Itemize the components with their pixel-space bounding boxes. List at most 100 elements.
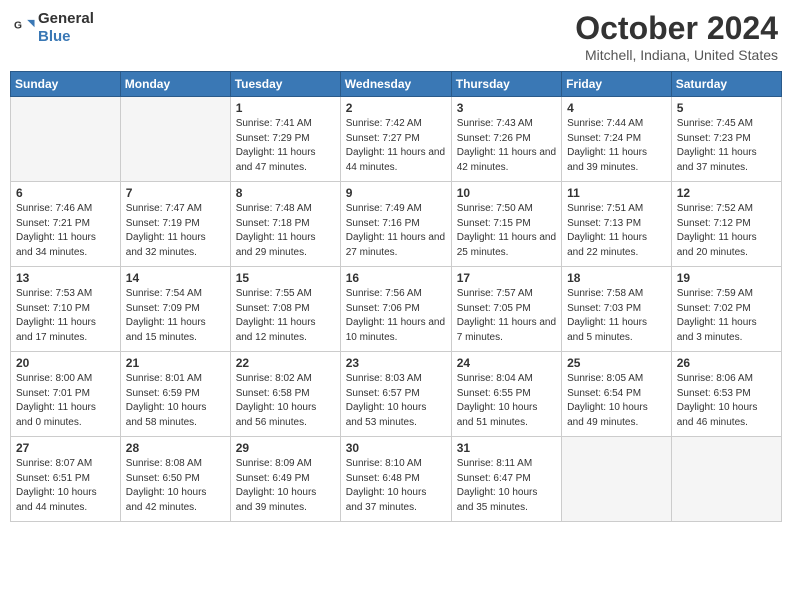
day-number: 3 [457, 101, 556, 115]
day-detail: Sunrise: 8:05 AMSunset: 6:54 PMDaylight:… [567, 372, 666, 430]
day-number: 31 [457, 441, 556, 455]
calendar-title: October 2024 [575, 10, 778, 47]
day-number: 6 [16, 186, 115, 200]
day-number: 12 [677, 186, 776, 200]
calendar-cell: 18 Sunrise: 7:58 AMSunset: 7:03 PMDayligh… [562, 267, 672, 352]
calendar-header-tuesday: Tuesday [230, 72, 340, 97]
calendar-cell: 9Sunrise: 7:49 AMSunset: 7:16 PMDaylight… [340, 182, 451, 267]
day-number: 22 [236, 356, 335, 370]
day-number: 15 [236, 271, 335, 285]
calendar-cell: 7 Sunrise: 7:47 AMSunset: 7:19 PMDaylight… [120, 182, 230, 267]
calendar-cell: 4 Sunrise: 7:44 AMSunset: 7:24 PMDaylight… [562, 97, 672, 182]
logo-icon: G [14, 17, 36, 39]
calendar-header-friday: Friday [562, 72, 672, 97]
day-number: 7 [126, 186, 225, 200]
logo-blue-text: Blue [38, 28, 71, 45]
day-number: 27 [16, 441, 115, 455]
day-number: 18 [567, 271, 666, 285]
calendar-cell: 6 Sunrise: 7:46 AMSunset: 7:21 PMDaylight… [11, 182, 121, 267]
calendar-cell: 31 Sunrise: 8:11 AMSunset: 6:47 PMDayligh… [451, 437, 561, 522]
calendar-header-row: SundayMondayTuesdayWednesdayThursdayFrid… [11, 72, 782, 97]
calendar-header-sunday: Sunday [11, 72, 121, 97]
day-number: 23 [346, 356, 446, 370]
day-number: 25 [567, 356, 666, 370]
day-detail: Sunrise: 8:03 AMSunset: 6:57 PMDaylight:… [346, 372, 446, 430]
day-detail: Sunrise: 8:00 AMSunset: 7:01 PMDaylight:… [16, 372, 115, 430]
day-detail: Sunrise: 7:52 AMSunset: 7:12 PMDaylight:… [677, 202, 776, 260]
day-detail: Sunrise: 7:45 AMSunset: 7:23 PMDaylight:… [677, 117, 776, 175]
day-number: 20 [16, 356, 115, 370]
title-block: October 2024 Mitchell, Indiana, United S… [575, 10, 778, 63]
day-detail: Sunrise: 7:55 AMSunset: 7:08 PMDaylight:… [236, 287, 335, 345]
day-detail: Sunrise: 8:08 AMSunset: 6:50 PMDaylight:… [126, 457, 225, 515]
day-number: 24 [457, 356, 556, 370]
day-number: 14 [126, 271, 225, 285]
day-detail: Sunrise: 7:44 AMSunset: 7:24 PMDaylight:… [567, 117, 666, 175]
calendar-cell: 5Sunrise: 7:45 AMSunset: 7:23 PMDaylight… [671, 97, 781, 182]
day-number: 28 [126, 441, 225, 455]
calendar-cell: 11Sunrise: 7:51 AMSunset: 7:13 PMDayligh… [562, 182, 672, 267]
calendar-cell: 21 Sunrise: 8:01 AMSunset: 6:59 PMDayligh… [120, 352, 230, 437]
day-number: 21 [126, 356, 225, 370]
day-detail: Sunrise: 8:04 AMSunset: 6:55 PMDaylight:… [457, 372, 556, 430]
calendar-cell: 8 Sunrise: 7:48 AMSunset: 7:18 PMDaylight… [230, 182, 340, 267]
calendar-cell: 16Sunrise: 7:56 AMSunset: 7:06 PMDayligh… [340, 267, 451, 352]
calendar-table: SundayMondayTuesdayWednesdayThursdayFrid… [10, 71, 782, 522]
calendar-cell: 27 Sunrise: 8:07 AMSunset: 6:51 PMDayligh… [11, 437, 121, 522]
day-detail: Sunrise: 7:58 AMSunset: 7:03 PMDaylight:… [567, 287, 666, 345]
day-number: 29 [236, 441, 335, 455]
day-detail: Sunrise: 8:02 AMSunset: 6:58 PMDaylight:… [236, 372, 335, 430]
day-detail: Sunrise: 7:47 AMSunset: 7:19 PMDaylight:… [126, 202, 225, 260]
week-row-1: 1Sunrise: 7:41 AMSunset: 7:29 PMDaylight… [11, 97, 782, 182]
day-number: 9 [346, 186, 446, 200]
calendar-cell: 1Sunrise: 7:41 AMSunset: 7:29 PMDaylight… [230, 97, 340, 182]
week-row-5: 27 Sunrise: 8:07 AMSunset: 6:51 PMDayligh… [11, 437, 782, 522]
calendar-header-monday: Monday [120, 72, 230, 97]
day-number: 17 [457, 271, 556, 285]
calendar-cell: 20 Sunrise: 8:00 AMSunset: 7:01 PMDayligh… [11, 352, 121, 437]
day-detail: Sunrise: 8:09 AMSunset: 6:49 PMDaylight:… [236, 457, 335, 515]
calendar-subtitle: Mitchell, Indiana, United States [575, 47, 778, 63]
day-number: 2 [346, 101, 446, 115]
calendar-cell: 30 Sunrise: 8:10 AMSunset: 6:48 PMDayligh… [340, 437, 451, 522]
day-detail: Sunrise: 7:42 AMSunset: 7:27 PMDaylight:… [346, 117, 446, 175]
calendar-header-thursday: Thursday [451, 72, 561, 97]
calendar-cell: 19 Sunrise: 7:59 AMSunset: 7:02 PMDayligh… [671, 267, 781, 352]
day-detail: Sunrise: 7:59 AMSunset: 7:02 PMDaylight:… [677, 287, 776, 345]
day-detail: Sunrise: 7:50 AMSunset: 7:15 PMDaylight:… [457, 202, 556, 260]
day-detail: Sunrise: 8:06 AMSunset: 6:53 PMDaylight:… [677, 372, 776, 430]
day-detail: Sunrise: 7:53 AMSunset: 7:10 PMDaylight:… [16, 287, 115, 345]
day-detail: Sunrise: 7:41 AMSunset: 7:29 PMDaylight:… [236, 117, 335, 175]
calendar-cell: 26 Sunrise: 8:06 AMSunset: 6:53 PMDayligh… [671, 352, 781, 437]
svg-text:G: G [14, 21, 22, 32]
logo-general-text: General [38, 10, 94, 27]
week-row-4: 20 Sunrise: 8:00 AMSunset: 7:01 PMDayligh… [11, 352, 782, 437]
page-header: G General Blue October 2024 Mitchell, In… [10, 10, 782, 63]
calendar-cell: 15 Sunrise: 7:55 AMSunset: 7:08 PMDayligh… [230, 267, 340, 352]
calendar-cell: 25 Sunrise: 8:05 AMSunset: 6:54 PMDayligh… [562, 352, 672, 437]
day-detail: Sunrise: 7:57 AMSunset: 7:05 PMDaylight:… [457, 287, 556, 345]
day-detail: Sunrise: 7:48 AMSunset: 7:18 PMDaylight:… [236, 202, 335, 260]
calendar-cell: 23 Sunrise: 8:03 AMSunset: 6:57 PMDayligh… [340, 352, 451, 437]
calendar-cell: 22 Sunrise: 8:02 AMSunset: 6:58 PMDayligh… [230, 352, 340, 437]
day-detail: Sunrise: 7:51 AMSunset: 7:13 PMDaylight:… [567, 202, 666, 260]
day-number: 30 [346, 441, 446, 455]
day-number: 4 [567, 101, 666, 115]
day-number: 19 [677, 271, 776, 285]
calendar-cell [11, 97, 121, 182]
day-number: 8 [236, 186, 335, 200]
calendar-cell: 2 Sunrise: 7:42 AMSunset: 7:27 PMDaylight… [340, 97, 451, 182]
calendar-cell: 14Sunrise: 7:54 AMSunset: 7:09 PMDayligh… [120, 267, 230, 352]
day-detail: Sunrise: 7:46 AMSunset: 7:21 PMDaylight:… [16, 202, 115, 260]
day-detail: Sunrise: 8:10 AMSunset: 6:48 PMDaylight:… [346, 457, 446, 515]
calendar-cell: 3 Sunrise: 7:43 AMSunset: 7:26 PMDaylight… [451, 97, 561, 182]
day-detail: Sunrise: 7:43 AMSunset: 7:26 PMDaylight:… [457, 117, 556, 175]
day-detail: Sunrise: 8:07 AMSunset: 6:51 PMDaylight:… [16, 457, 115, 515]
day-detail: Sunrise: 8:11 AMSunset: 6:47 PMDaylight:… [457, 457, 556, 515]
day-number: 10 [457, 186, 556, 200]
day-number: 16 [346, 271, 446, 285]
day-detail: Sunrise: 8:01 AMSunset: 6:59 PMDaylight:… [126, 372, 225, 430]
day-number: 26 [677, 356, 776, 370]
calendar-cell: 17 Sunrise: 7:57 AMSunset: 7:05 PMDayligh… [451, 267, 561, 352]
calendar-cell: 24 Sunrise: 8:04 AMSunset: 6:55 PMDayligh… [451, 352, 561, 437]
